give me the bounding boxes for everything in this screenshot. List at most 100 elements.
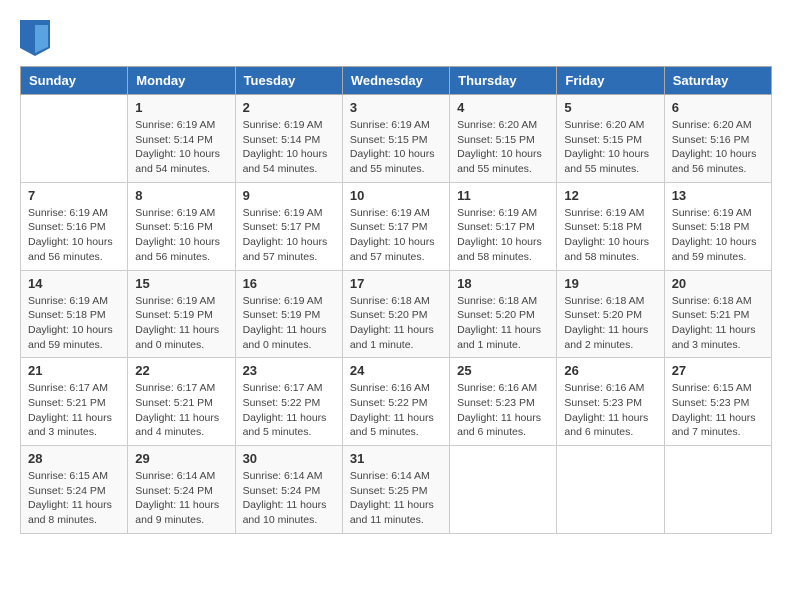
day-info: Sunrise: 6:19 AMSunset: 5:19 PMDaylight:… <box>135 294 227 353</box>
calendar-cell: 1Sunrise: 6:19 AMSunset: 5:14 PMDaylight… <box>128 95 235 183</box>
week-row-5: 28 Sunrise: 6:15 AMSunset: 5:24 PMDayligh… <box>21 446 772 534</box>
day-number: 12 <box>564 188 656 203</box>
day-number: 30 <box>243 451 335 466</box>
day-number: 1 <box>135 100 227 115</box>
calendar-header: SundayMondayTuesdayWednesdayThursdayFrid… <box>21 67 772 95</box>
day-number: 14 <box>28 276 120 291</box>
day-info: Sunrise: 6:19 AMSunset: 5:16 PMDaylight:… <box>28 206 120 265</box>
day-number: 15 <box>135 276 227 291</box>
day-number: 8 <box>135 188 227 203</box>
calendar-cell: 9Sunrise: 6:19 AMSunset: 5:17 PMDaylight… <box>235 182 342 270</box>
day-info: Sunrise: 6:14 AMSunset: 5:25 PMDaylight:… <box>350 469 442 528</box>
day-info: Sunrise: 6:16 AMSunset: 5:23 PMDaylight:… <box>457 381 549 440</box>
day-info: Sunrise: 6:18 AMSunset: 5:20 PMDaylight:… <box>564 294 656 353</box>
week-row-3: 14 Sunrise: 6:19 AMSunset: 5:18 PMDayligh… <box>21 270 772 358</box>
day-number: 6 <box>672 100 764 115</box>
calendar-cell: 21 Sunrise: 6:17 AMSunset: 5:21 PMDayligh… <box>21 358 128 446</box>
day-info: Sunrise: 6:19 AMSunset: 5:15 PMDaylight:… <box>350 118 442 177</box>
day-number: 23 <box>243 363 335 378</box>
calendar-cell <box>450 446 557 534</box>
day-info: Sunrise: 6:18 AMSunset: 5:20 PMDaylight:… <box>350 294 442 353</box>
general-blue-logo-icon <box>20 20 50 56</box>
day-number: 9 <box>243 188 335 203</box>
calendar-table: SundayMondayTuesdayWednesdayThursdayFrid… <box>20 66 772 534</box>
day-info: Sunrise: 6:19 AMSunset: 5:16 PMDaylight:… <box>135 206 227 265</box>
calendar-cell: 3 Sunrise: 6:19 AMSunset: 5:15 PMDaylight… <box>342 95 449 183</box>
column-header-saturday: Saturday <box>664 67 771 95</box>
week-row-4: 21 Sunrise: 6:17 AMSunset: 5:21 PMDayligh… <box>21 358 772 446</box>
day-info: Sunrise: 6:19 AMSunset: 5:18 PMDaylight:… <box>564 206 656 265</box>
day-info: Sunrise: 6:15 AMSunset: 5:23 PMDaylight:… <box>672 381 764 440</box>
calendar-cell: 17 Sunrise: 6:18 AMSunset: 5:20 PMDayligh… <box>342 270 449 358</box>
week-row-2: 7 Sunrise: 6:19 AMSunset: 5:16 PMDaylight… <box>21 182 772 270</box>
column-header-friday: Friday <box>557 67 664 95</box>
column-header-monday: Monday <box>128 67 235 95</box>
day-number: 28 <box>28 451 120 466</box>
calendar-cell: 27 Sunrise: 6:15 AMSunset: 5:23 PMDayligh… <box>664 358 771 446</box>
calendar-cell <box>664 446 771 534</box>
day-number: 20 <box>672 276 764 291</box>
calendar-cell: 8 Sunrise: 6:19 AMSunset: 5:16 PMDaylight… <box>128 182 235 270</box>
calendar-cell: 23Sunrise: 6:17 AMSunset: 5:22 PMDayligh… <box>235 358 342 446</box>
calendar-cell: 10 Sunrise: 6:19 AMSunset: 5:17 PMDayligh… <box>342 182 449 270</box>
day-number: 16 <box>243 276 335 291</box>
calendar-cell: 16 Sunrise: 6:19 AMSunset: 5:19 PMDayligh… <box>235 270 342 358</box>
day-number: 24 <box>350 363 442 378</box>
day-info: Sunrise: 6:15 AMSunset: 5:24 PMDaylight:… <box>28 469 120 528</box>
day-number: 26 <box>564 363 656 378</box>
calendar-cell: 2Sunrise: 6:19 AMSunset: 5:14 PMDaylight… <box>235 95 342 183</box>
day-number: 7 <box>28 188 120 203</box>
logo <box>20 20 54 56</box>
column-header-wednesday: Wednesday <box>342 67 449 95</box>
calendar-cell: 25 Sunrise: 6:16 AMSunset: 5:23 PMDayligh… <box>450 358 557 446</box>
week-row-1: 1 Sunrise: 6:19 AMSunset: 5:14 PMDaylight… <box>21 95 772 183</box>
calendar-cell <box>557 446 664 534</box>
day-info: Sunrise: 6:16 AMSunset: 5:23 PMDaylight:… <box>564 381 656 440</box>
day-number: 18 <box>457 276 549 291</box>
calendar-cell: 12 Sunrise: 6:19 AMSunset: 5:18 PMDayligh… <box>557 182 664 270</box>
day-info: Sunrise: 6:19 AMSunset: 5:17 PMDaylight:… <box>457 206 549 265</box>
day-info: Sunrise: 6:19 AMSunset: 5:18 PMDaylight:… <box>672 206 764 265</box>
calendar-cell <box>21 95 128 183</box>
calendar-cell: 7 Sunrise: 6:19 AMSunset: 5:16 PMDaylight… <box>21 182 128 270</box>
day-info: Sunrise: 6:14 AMSunset: 5:24 PMDaylight:… <box>135 469 227 528</box>
day-info: Sunrise: 6:19 AMSunset: 5:18 PMDaylight:… <box>28 294 120 353</box>
calendar-cell: 28 Sunrise: 6:15 AMSunset: 5:24 PMDayligh… <box>21 446 128 534</box>
day-headers-row: SundayMondayTuesdayWednesdayThursdayFrid… <box>21 67 772 95</box>
day-info: Sunrise: 6:19 AMSunset: 5:19 PMDaylight:… <box>243 294 335 353</box>
day-number: 21 <box>28 363 120 378</box>
calendar-cell: 11 Sunrise: 6:19 AMSunset: 5:17 PMDayligh… <box>450 182 557 270</box>
day-info: Sunrise: 6:14 AMSunset: 5:24 PMDaylight:… <box>243 469 335 528</box>
day-number: 25 <box>457 363 549 378</box>
calendar-cell: 24Sunrise: 6:16 AMSunset: 5:22 PMDayligh… <box>342 358 449 446</box>
day-info: Sunrise: 6:19 AMSunset: 5:17 PMDaylight:… <box>350 206 442 265</box>
day-number: 3 <box>350 100 442 115</box>
column-header-tuesday: Tuesday <box>235 67 342 95</box>
day-number: 11 <box>457 188 549 203</box>
calendar-cell: 4 Sunrise: 6:20 AMSunset: 5:15 PMDaylight… <box>450 95 557 183</box>
day-info: Sunrise: 6:19 AMSunset: 5:14 PMDaylight:… <box>243 118 335 177</box>
calendar-cell: 29 Sunrise: 6:14 AMSunset: 5:24 PMDayligh… <box>128 446 235 534</box>
day-number: 17 <box>350 276 442 291</box>
calendar-cell: 22Sunrise: 6:17 AMSunset: 5:21 PMDayligh… <box>128 358 235 446</box>
calendar-body: 1 Sunrise: 6:19 AMSunset: 5:14 PMDaylight… <box>21 95 772 534</box>
day-number: 27 <box>672 363 764 378</box>
calendar-cell: 5Sunrise: 6:20 AMSunset: 5:15 PMDaylight… <box>557 95 664 183</box>
day-info: Sunrise: 6:20 AMSunset: 5:15 PMDaylight:… <box>457 118 549 177</box>
day-info: Sunrise: 6:17 AMSunset: 5:21 PMDaylight:… <box>28 381 120 440</box>
day-number: 4 <box>457 100 549 115</box>
day-number: 29 <box>135 451 227 466</box>
calendar-cell: 15 Sunrise: 6:19 AMSunset: 5:19 PMDayligh… <box>128 270 235 358</box>
day-info: Sunrise: 6:18 AMSunset: 5:20 PMDaylight:… <box>457 294 549 353</box>
calendar-cell: 14 Sunrise: 6:19 AMSunset: 5:18 PMDayligh… <box>21 270 128 358</box>
column-header-sunday: Sunday <box>21 67 128 95</box>
day-info: Sunrise: 6:20 AMSunset: 5:16 PMDaylight:… <box>672 118 764 177</box>
day-number: 19 <box>564 276 656 291</box>
calendar-cell: 20 Sunrise: 6:18 AMSunset: 5:21 PMDayligh… <box>664 270 771 358</box>
calendar-cell: 18 Sunrise: 6:18 AMSunset: 5:20 PMDayligh… <box>450 270 557 358</box>
day-info: Sunrise: 6:18 AMSunset: 5:21 PMDaylight:… <box>672 294 764 353</box>
column-header-thursday: Thursday <box>450 67 557 95</box>
day-number: 5 <box>564 100 656 115</box>
calendar-cell: 19 Sunrise: 6:18 AMSunset: 5:20 PMDayligh… <box>557 270 664 358</box>
day-number: 10 <box>350 188 442 203</box>
